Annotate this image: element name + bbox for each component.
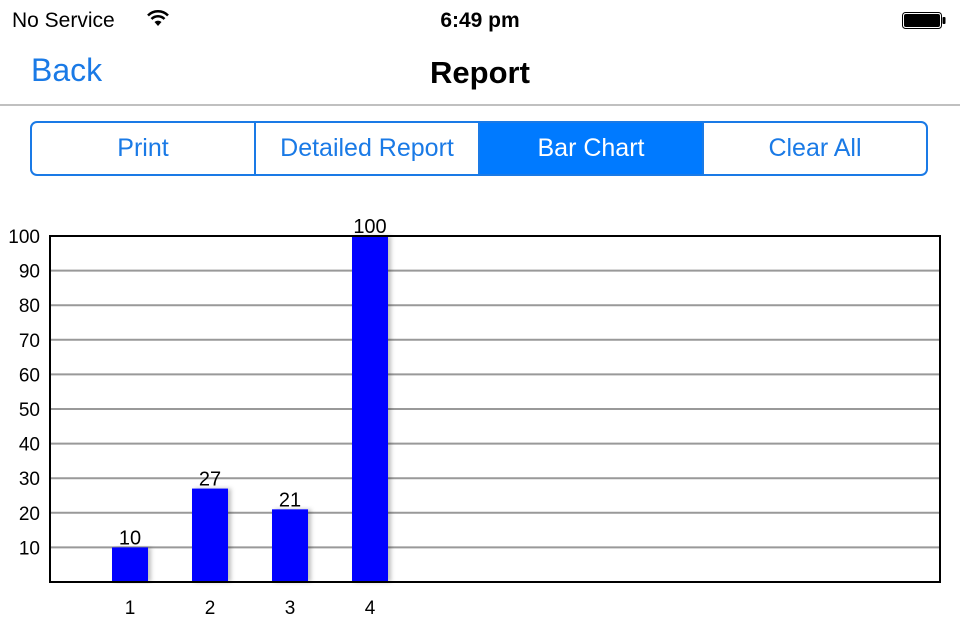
bar-value-label: 21	[279, 489, 301, 511]
y-tick-label: 100	[8, 227, 40, 248]
y-tick-label: 90	[19, 262, 40, 283]
clear-all-segment[interactable]: Clear All	[704, 123, 926, 174]
x-tick-label: 1	[125, 598, 136, 619]
segmented-control: Print Detailed Report Bar Chart Clear Al…	[30, 121, 928, 176]
plot-frame	[49, 235, 941, 583]
bar-value-label: 27	[199, 469, 221, 491]
status-bar: No Service 6:49 pm	[0, 0, 960, 40]
y-tick-label: 20	[19, 504, 40, 525]
y-tick-label: 70	[19, 331, 40, 352]
navigation-bar: Back Report	[0, 40, 960, 106]
y-tick-label: 10	[19, 538, 40, 559]
bar	[272, 509, 308, 582]
bar	[112, 547, 148, 582]
y-tick-label: 40	[19, 435, 40, 456]
battery-icon	[902, 12, 946, 29]
detailed-report-segment[interactable]: Detailed Report	[256, 123, 480, 174]
x-tick-label: 2	[205, 598, 216, 619]
bar-value-label: 10	[119, 527, 141, 549]
bar-chart-segment[interactable]: Bar Chart	[480, 123, 704, 174]
bar	[192, 488, 228, 582]
status-time: 6:49 pm	[440, 9, 520, 32]
x-tick-label: 4	[365, 598, 376, 619]
y-tick-label: 50	[19, 400, 40, 421]
x-tick-label: 3	[285, 598, 296, 619]
print-segment[interactable]: Print	[32, 123, 256, 174]
bar	[352, 236, 388, 582]
page-title: Report	[430, 55, 530, 90]
y-tick-label: 30	[19, 469, 40, 490]
y-tick-label: 60	[19, 365, 40, 386]
y-tick-label: 80	[19, 296, 40, 317]
bar-value-label: 100	[353, 216, 386, 238]
